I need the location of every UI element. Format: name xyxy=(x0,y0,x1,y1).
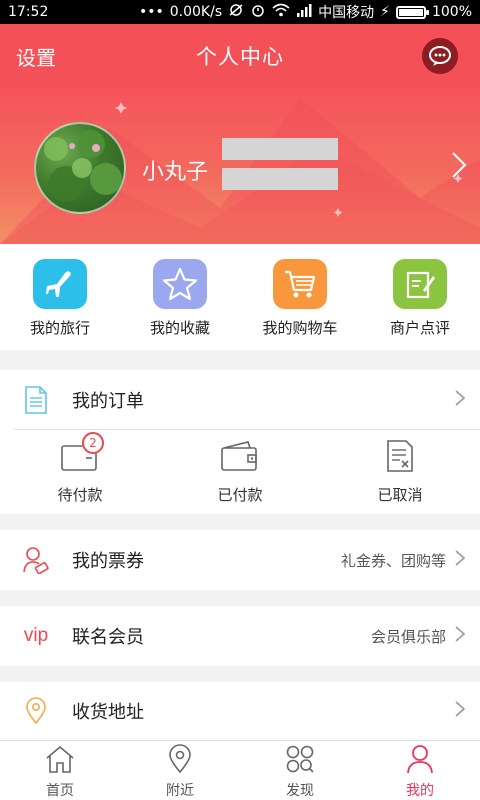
vip-icon: vip xyxy=(16,625,56,647)
quick-action-label: 商户点评 xyxy=(389,319,450,337)
quick-action-label: 我的旅行 xyxy=(29,319,90,337)
quick-action-review[interactable]: 商户点评 xyxy=(360,244,480,350)
location-pin-icon xyxy=(167,744,193,778)
nav-home[interactable]: 首页 xyxy=(0,741,120,800)
order-status-label: 已取消 xyxy=(377,486,423,504)
nav-label: 附近 xyxy=(166,783,194,799)
address-label: 收货地址 xyxy=(72,702,144,723)
chevron-right-icon xyxy=(454,549,466,571)
order-status-label: 已付款 xyxy=(217,486,263,504)
chevron-right-icon xyxy=(454,625,466,647)
user-icon xyxy=(405,744,435,778)
tickets-hint: 礼金券、团购等 xyxy=(340,551,446,570)
battery-icon xyxy=(395,5,429,19)
edit-note-icon xyxy=(393,259,447,309)
status-bar: 17:52 ••• 0.00K/s 中国移动 ⚡ 100% xyxy=(0,0,480,24)
order-status-cancelled[interactable]: 已取消 xyxy=(320,430,480,514)
chevron-right-icon xyxy=(454,389,466,411)
airplane-icon xyxy=(33,259,87,309)
my-orders-label: 我的订单 xyxy=(72,391,144,412)
status-right: ••• 0.00K/s 中国移动 ⚡ 100% xyxy=(139,2,472,22)
nav-label: 发现 xyxy=(286,783,314,799)
page-title: 个人中心 xyxy=(196,45,284,69)
nav-discover[interactable]: 发现 xyxy=(240,741,360,800)
document-icon xyxy=(16,386,56,414)
my-orders-row[interactable]: 我的订单 xyxy=(0,370,480,430)
vip-icon-text: vip xyxy=(23,625,49,646)
co-branded-member-row[interactable]: vip 联名会员 会员俱乐部 xyxy=(0,606,480,666)
order-status-pending[interactable]: 2 待付款 xyxy=(0,430,160,514)
charging-icon: ⚡ xyxy=(380,4,390,20)
username: 小丸子 xyxy=(142,160,209,185)
network-speed: 0.00K/s xyxy=(169,4,223,20)
bottom-nav: 首页 附近 发现 我的 xyxy=(0,740,480,800)
discover-grid-icon xyxy=(284,744,316,778)
cancelled-doc-icon xyxy=(378,438,422,474)
order-status-list: 2 待付款 已付款 已取消 xyxy=(0,430,480,514)
header-bar: 设置 个人中心 xyxy=(0,24,480,88)
chevron-right-icon xyxy=(454,700,466,722)
nav-label: 首页 xyxy=(46,783,74,799)
redacted-info-bar xyxy=(222,168,338,190)
settings-link[interactable]: 设置 xyxy=(16,42,56,71)
wifi-icon xyxy=(272,3,290,21)
shopping-cart-icon xyxy=(273,259,327,309)
member-hint: 会员俱乐部 xyxy=(370,627,446,646)
ticket-user-icon xyxy=(16,546,56,574)
quick-actions: 我的旅行 我的收藏 我的购物车 商户点评 xyxy=(0,244,480,350)
order-status-label: 待付款 xyxy=(57,486,103,504)
shipping-address-row[interactable]: 收货地址 xyxy=(0,682,480,740)
status-time: 17:52 xyxy=(8,4,49,20)
quick-action-cart[interactable]: 我的购物车 xyxy=(240,244,360,350)
wallet-icon xyxy=(218,438,262,474)
quick-action-label: 我的收藏 xyxy=(149,319,210,337)
location-pin-icon xyxy=(16,697,56,725)
order-status-paid[interactable]: 已付款 xyxy=(160,430,320,514)
chevron-right-icon[interactable] xyxy=(450,150,468,184)
profile-banner[interactable]: 小丸子 xyxy=(0,88,480,244)
member-label: 联名会员 xyxy=(72,627,144,648)
my-tickets-label: 我的票券 xyxy=(72,551,144,572)
order-count-badge: 2 xyxy=(82,432,104,454)
dots-icon: ••• xyxy=(138,4,164,20)
quick-action-label: 我的购物车 xyxy=(262,319,338,337)
star-icon xyxy=(153,259,207,309)
nav-nearby[interactable]: 附近 xyxy=(120,741,240,800)
mute-icon xyxy=(228,3,244,21)
battery-percent: 100% xyxy=(431,4,472,20)
signal-icon xyxy=(296,3,312,21)
quick-action-travel[interactable]: 我的旅行 xyxy=(0,244,120,350)
chat-bubble-icon[interactable] xyxy=(422,38,458,74)
card-icon: 2 xyxy=(58,432,104,474)
carrier: 中国移动 xyxy=(318,5,375,21)
home-icon xyxy=(44,744,76,778)
avatar[interactable] xyxy=(34,122,126,214)
battery-fill xyxy=(398,8,423,16)
orders-section: 我的订单 2 待付款 已付款 已取消 xyxy=(0,370,480,514)
nav-mine[interactable]: 我的 xyxy=(360,741,480,800)
alarm-icon xyxy=(250,3,266,21)
redacted-info-bar xyxy=(222,138,338,160)
my-tickets-row[interactable]: 我的票券 礼金券、团购等 xyxy=(0,530,480,590)
nav-label: 我的 xyxy=(406,783,434,799)
quick-action-favorites[interactable]: 我的收藏 xyxy=(120,244,240,350)
